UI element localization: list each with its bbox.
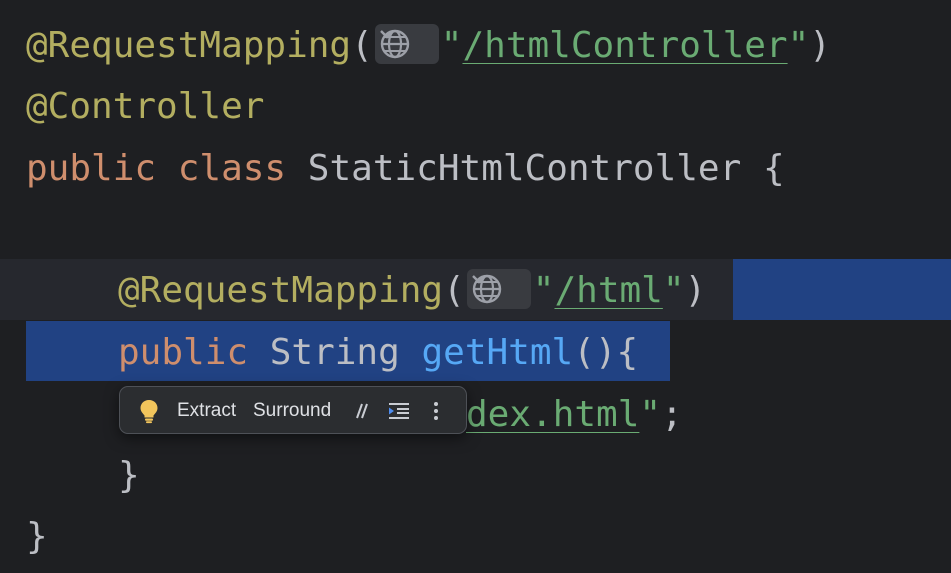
keyword-public: public [118, 332, 249, 373]
string-quote: " [639, 394, 662, 435]
code-line-3[interactable]: public class StaticHtmlController { [26, 138, 785, 199]
return-string-visible: dex.html [466, 394, 640, 435]
code-line-5[interactable]: @RequestMapping( "/html") [26, 260, 706, 321]
open-brace: { [762, 148, 785, 189]
code-line-8[interactable]: } [26, 445, 140, 506]
code-line-6[interactable]: public String getHtml(){ [26, 322, 638, 383]
code-line-7[interactable]: dex.html"; [466, 384, 683, 445]
string-quote: " [532, 270, 555, 311]
extract-button[interactable]: Extract [177, 387, 236, 435]
close-brace: } [118, 455, 140, 496]
paren: ) [684, 270, 707, 311]
string-quote: " [440, 25, 463, 66]
surround-button[interactable]: Surround [253, 387, 331, 435]
parens: () [573, 332, 617, 373]
string-quote: " [662, 270, 685, 311]
paren: ) [809, 25, 831, 66]
keyword-public: public [26, 148, 157, 189]
url-inlay-button[interactable] [466, 269, 531, 309]
chevron-down-icon [471, 275, 486, 284]
type-string: String [269, 332, 400, 373]
paren: ( [351, 25, 373, 66]
open-brace: { [616, 332, 639, 373]
chevron-down-icon [379, 30, 394, 39]
code-editor[interactable]: @RequestMapping("/htmlController") @Cont… [0, 0, 951, 573]
code-line-9[interactable]: } [26, 506, 48, 567]
url-inlay-button[interactable] [374, 24, 439, 64]
code-line-2[interactable]: @Controller [26, 76, 264, 137]
semicolon: ; [661, 394, 683, 435]
lightbulb-icon[interactable] [138, 387, 160, 435]
more-vertical-icon[interactable] [433, 387, 439, 435]
annotation-request-mapping: @RequestMapping [118, 270, 444, 311]
selection-highlight [733, 259, 951, 320]
string-quote: " [787, 25, 810, 66]
mapping-path-link[interactable]: /html [554, 270, 662, 311]
paren: ( [443, 270, 465, 311]
class-name: StaticHtmlController [307, 148, 742, 189]
floating-code-toolbar: Extract Surround [119, 386, 467, 434]
code-line-1[interactable]: @RequestMapping( "/htmlController") [26, 15, 831, 76]
comment-icon[interactable] [352, 387, 370, 435]
annotation-request-mapping: @RequestMapping [26, 25, 352, 66]
keyword-class: class [177, 148, 287, 189]
mapping-path-link[interactable]: /htmlController [462, 25, 787, 66]
method-name: getHtml [421, 332, 574, 373]
reformat-icon[interactable] [388, 387, 410, 435]
indent-guide [112, 386, 118, 442]
close-brace: } [26, 516, 48, 557]
annotation-controller: @Controller [26, 86, 265, 127]
